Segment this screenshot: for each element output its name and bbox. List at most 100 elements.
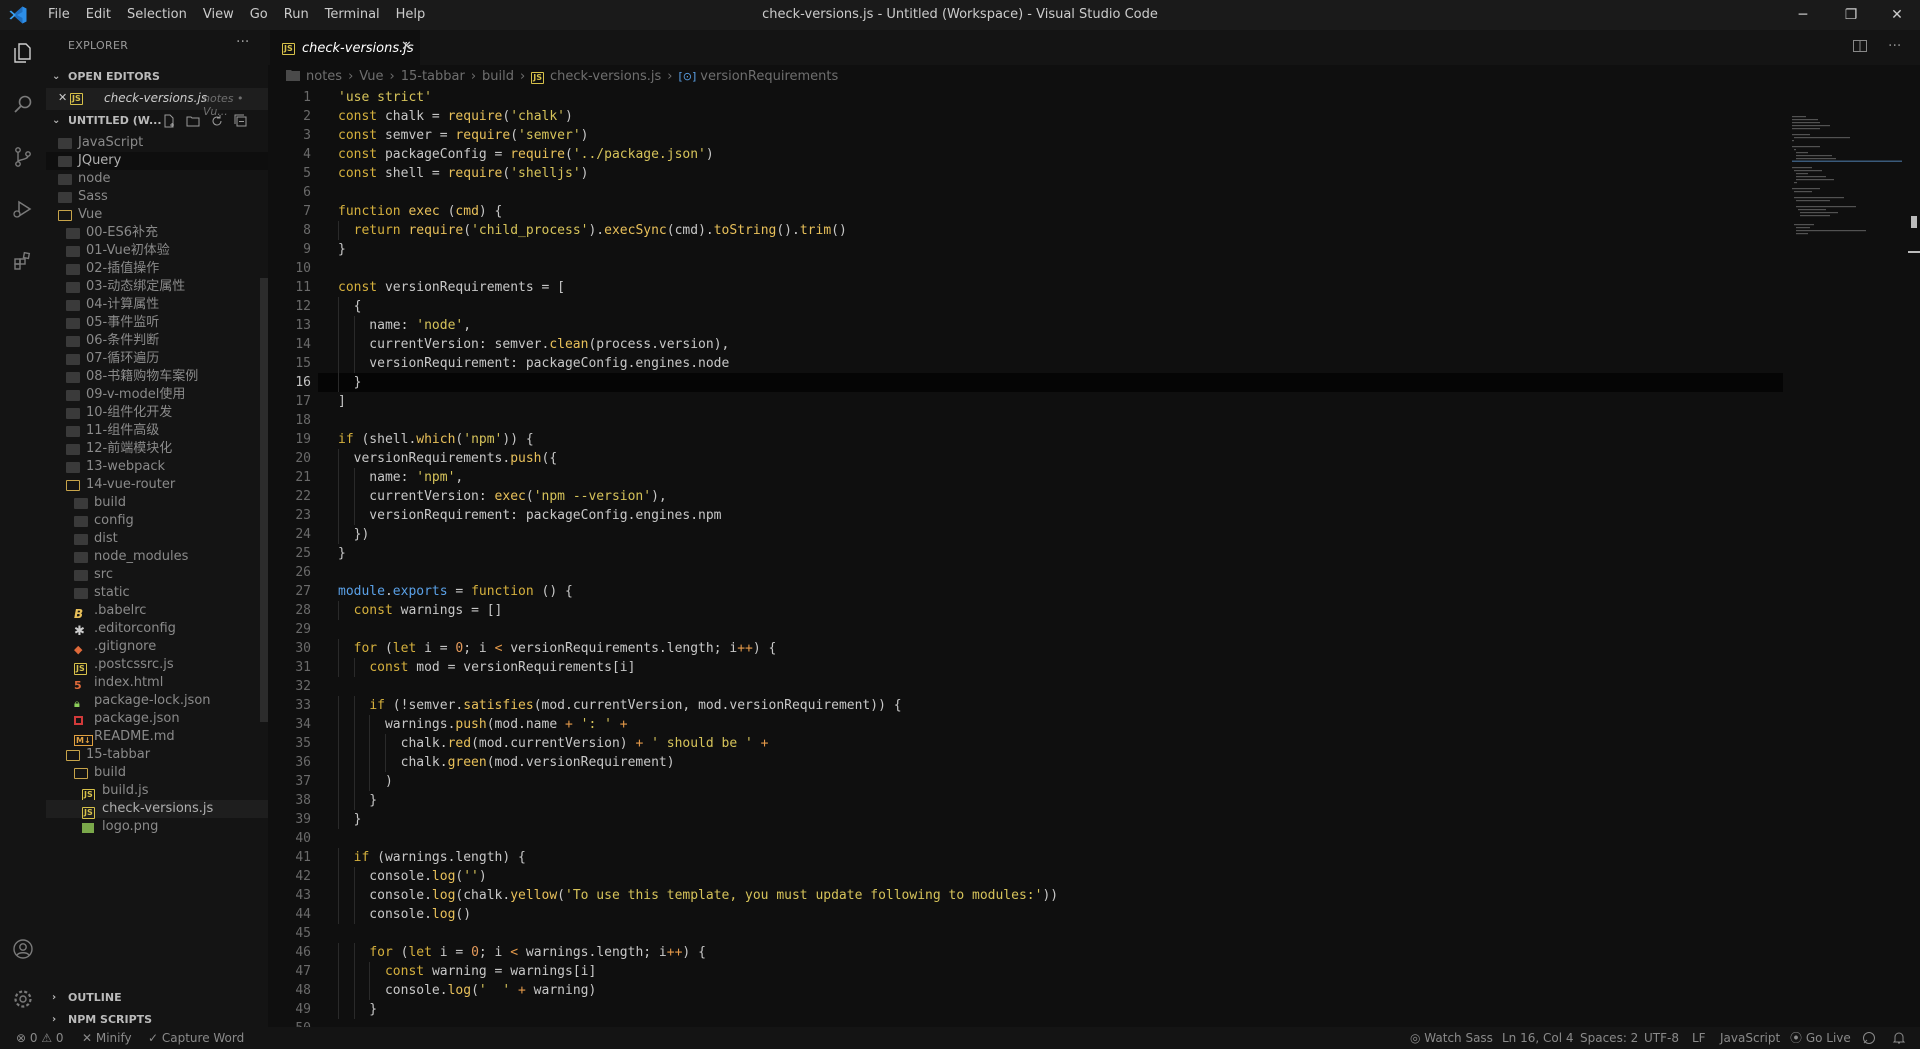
minify-button[interactable]: ✕ Minify (82, 1027, 132, 1049)
tree-folder[interactable]: 15-tabbar (46, 746, 268, 764)
tree-folder[interactable]: 11-组件高级 (46, 422, 268, 440)
cursor-position[interactable]: Ln 16, Col 4 (1502, 1027, 1574, 1049)
tree-file[interactable]: M↓ README.md (46, 728, 268, 746)
tree-folder[interactable]: src (46, 566, 268, 584)
minimize-button[interactable]: ─ (1780, 0, 1826, 30)
menu-file[interactable]: File (40, 0, 78, 30)
restore-button[interactable]: ❐ (1828, 0, 1874, 30)
breadcrumb-file[interactable]: check-versions.js (550, 69, 661, 84)
run-debug-icon[interactable] (0, 186, 46, 232)
open-editor-item[interactable]: ✕ JS check-versions.js notes • Vu... (46, 88, 268, 118)
extensions-icon[interactable] (0, 238, 46, 284)
tab-check-versions[interactable]: JS check-versions.js ✕ (270, 30, 420, 66)
line-number: 2 (303, 109, 311, 124)
menu-edit[interactable]: Edit (78, 0, 119, 30)
menu-help[interactable]: Help (388, 0, 434, 30)
problems-indicator[interactable]: ⊗ 0 ⚠ 0 (16, 1027, 64, 1049)
explorer-icon[interactable] (0, 30, 46, 76)
tree-folder[interactable]: build (46, 494, 268, 512)
tree-file[interactable]: JS build.js (46, 782, 268, 801)
tree-folder[interactable]: node (46, 170, 268, 188)
tree-folder[interactable]: dist (46, 530, 268, 548)
encoding-setting[interactable]: UTF-8 (1644, 1027, 1679, 1049)
eol-setting[interactable]: LF (1692, 1027, 1706, 1049)
refresh-icon[interactable] (210, 114, 224, 128)
code-text: chalk.green(mod.versionRequirement) (338, 753, 675, 772)
tree-folder[interactable]: 13-webpack (46, 458, 268, 476)
breadcrumb-tabbar[interactable]: 15-tabbar (401, 69, 465, 84)
breadcrumb-vue[interactable]: Vue (359, 69, 383, 84)
new-folder-icon[interactable] (186, 114, 200, 128)
close-icon[interactable]: ✕ (58, 91, 67, 104)
split-editor-icon[interactable] (1852, 38, 1868, 54)
tree-folder[interactable]: build (46, 764, 268, 782)
tree-file[interactable]: JS .postcssrc.js (46, 656, 268, 675)
collapse-all-icon[interactable] (234, 114, 248, 128)
tree-file[interactable]: 5 index.html (46, 674, 268, 692)
tree-folder[interactable]: 00-ES6补充 (46, 224, 268, 242)
tree-file[interactable]: package.json (46, 710, 268, 728)
tree-folder[interactable]: Sass (46, 188, 268, 206)
menu-selection[interactable]: Selection (119, 0, 195, 30)
tree-folder[interactable]: 01-Vue初体验 (46, 242, 268, 260)
go-live-button[interactable]: ⦿ Go Live (1790, 1027, 1851, 1049)
tree-folder[interactable]: config (46, 512, 268, 530)
tree-folder[interactable]: 03-动态绑定属性 (46, 278, 268, 296)
menu-go[interactable]: Go (242, 0, 276, 30)
tree-folder[interactable]: 02-插值操作 (46, 260, 268, 278)
source-control-icon[interactable] (0, 134, 46, 180)
breadcrumb-symbol[interactable]: versionRequirements (700, 69, 838, 84)
tree-folder[interactable]: node_modules (46, 548, 268, 566)
close-tab-icon[interactable]: ✕ (401, 39, 412, 54)
breadcrumb-build[interactable]: build (482, 69, 514, 84)
tree-folder[interactable]: 06-条件判断 (46, 332, 268, 350)
sidebar-scrollbar[interactable] (260, 278, 268, 722)
tree-file[interactable]: logo.png (46, 818, 268, 836)
editor-scrollbar[interactable] (1908, 88, 1920, 1028)
tree-folder[interactable]: 09-v-model使用 (46, 386, 268, 404)
indentation-setting[interactable]: Spaces: 2 (1580, 1027, 1638, 1049)
workspace-header[interactable]: ⌄ UNTITLED (W... (46, 110, 268, 132)
tree-file[interactable]: B .babelrc (46, 602, 268, 621)
minimap[interactable] (1792, 116, 1902, 236)
tree-file[interactable]: 🔒︎ package-lock.json (46, 692, 268, 710)
tree-file[interactable]: ✱ .editorconfig (46, 620, 268, 639)
code-token: 'shelljs' (510, 166, 581, 181)
code-token: name: (338, 470, 417, 485)
code-text: if (shell.which('npm')) { (338, 430, 534, 449)
close-window-button[interactable]: ✕ (1874, 0, 1920, 30)
tree-folder[interactable]: 14-vue-router (46, 476, 268, 494)
tree-folder[interactable]: JavaScript (46, 134, 268, 152)
tree-folder[interactable]: static (46, 584, 268, 602)
capture-word-button[interactable]: ✓ Capture Word (148, 1027, 244, 1049)
feedback-icon[interactable] (1862, 1031, 1876, 1045)
settings-gear-icon[interactable] (0, 976, 46, 1022)
open-editors-header[interactable]: ⌄ OPEN EDITORS (46, 66, 268, 88)
menu-run[interactable]: Run (276, 0, 317, 30)
line-number: 22 (295, 489, 311, 504)
outline-header[interactable]: › OUTLINE (46, 987, 268, 1009)
language-mode[interactable]: JavaScript (1720, 1027, 1780, 1049)
tree-folder[interactable]: 08-书籍购物车案例 (46, 368, 268, 386)
menu-view[interactable]: View (195, 0, 242, 30)
code-editor[interactable]: 1'use strict' 2 const chalk = require('cha… (268, 88, 1788, 1048)
npm-scripts-header[interactable]: › NPM SCRIPTS (46, 1009, 268, 1027)
breadcrumb-notes[interactable]: notes (306, 69, 342, 84)
search-icon[interactable] (0, 82, 46, 128)
tree-folder[interactable]: Vue (46, 206, 268, 224)
tree-folder[interactable]: JQuery (46, 152, 268, 170)
tree-file[interactable]: ◆ .gitignore (46, 638, 268, 656)
menu-terminal[interactable]: Terminal (317, 0, 388, 30)
tree-folder[interactable]: 04-计算属性 (46, 296, 268, 314)
tree-file[interactable]: JS check-versions.js (46, 800, 268, 819)
bell-icon[interactable] (1892, 1031, 1906, 1045)
tree-folder[interactable]: 05-事件监听 (46, 314, 268, 332)
account-icon[interactable] (0, 926, 46, 972)
new-file-icon[interactable] (162, 114, 176, 128)
more-actions-button[interactable]: ··· (236, 34, 249, 50)
tree-folder[interactable]: 10-组件化开发 (46, 404, 268, 422)
watch-sass-button[interactable]: ◎ Watch Sass (1410, 1027, 1493, 1049)
more-actions-icon[interactable]: ··· (1888, 38, 1901, 54)
tree-folder[interactable]: 12-前端模块化 (46, 440, 268, 458)
tree-folder[interactable]: 07-循环遍历 (46, 350, 268, 368)
